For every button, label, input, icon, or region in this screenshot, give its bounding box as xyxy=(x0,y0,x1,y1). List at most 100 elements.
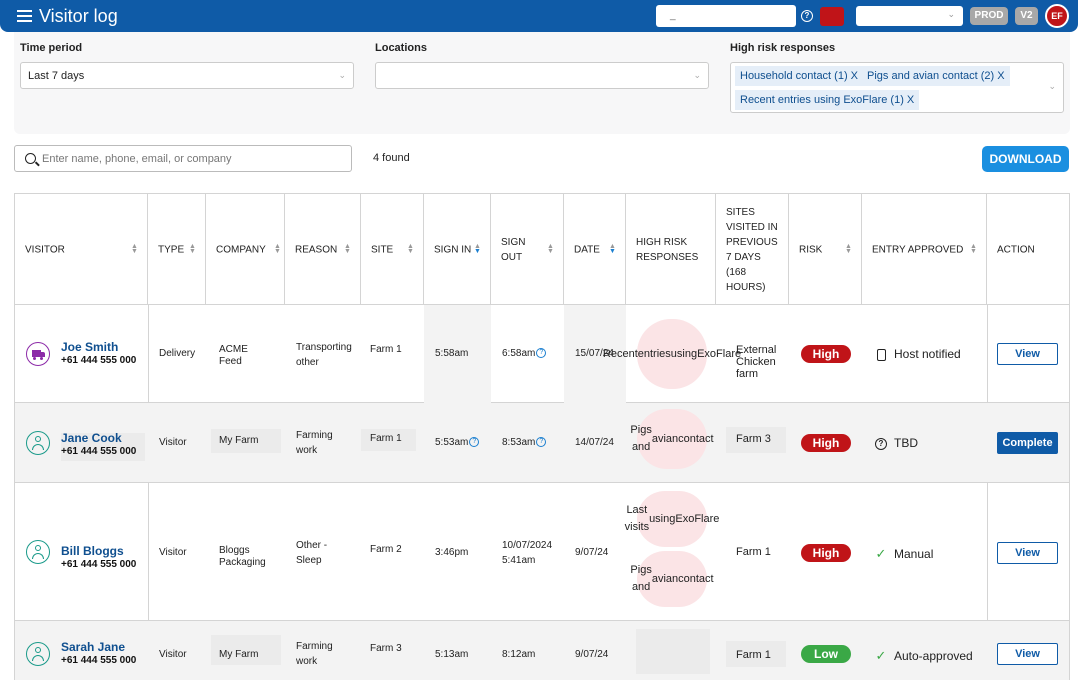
search-icon xyxy=(25,153,36,164)
company: My Farm xyxy=(219,435,259,446)
reason: Other - Sleep xyxy=(296,540,328,566)
company: ACME Feed xyxy=(219,344,248,367)
sign-out: 8:12am xyxy=(502,649,536,660)
filter-chip[interactable]: Pigs and avian contact (2) X xyxy=(862,66,1010,86)
table-header: Visitor ▲ ▼ Type ▲ ▼ Company ▲ ▼ Reason ▲ ▼ Site… xyxy=(15,194,1069,305)
risk-badge: High xyxy=(801,345,851,363)
visitor-name[interactable]: Jane Cook xyxy=(61,432,122,446)
locations-label: Locations xyxy=(375,42,427,54)
column-header-sites-visited[interactable]: Sites visited in previous 7 days (168 ho… xyxy=(716,194,789,305)
search-input[interactable] xyxy=(42,150,342,168)
sort-icon: ▲ ▼ xyxy=(609,243,616,255)
visitor-phone: +61 444 555 000 xyxy=(61,655,137,666)
column-header-action: Action xyxy=(987,194,1069,305)
column-label: Site xyxy=(371,244,394,255)
chevron-down-icon: ⌄ xyxy=(1048,81,1056,91)
site: Farm 1 xyxy=(370,433,402,444)
filter-chip[interactable]: Recent entries using ExoFlare (1) X xyxy=(735,90,920,110)
results-count: 4 found xyxy=(373,152,410,164)
risk-badge: High xyxy=(801,434,851,452)
approval-status: ✓ Auto-approved xyxy=(875,648,973,663)
sort-icon: ▲ ▼ xyxy=(474,243,481,255)
time-period-select[interactable]: Last 7 days ⌄ xyxy=(20,62,354,89)
download-button[interactable]: DOWNLOAD xyxy=(982,146,1069,172)
sort-icon: ▲ ▼ xyxy=(970,243,977,255)
check-icon: ✓ xyxy=(875,648,887,663)
sign-in: 3:46pm xyxy=(435,547,469,558)
column-header-high-risk[interactable]: High risk responses xyxy=(626,194,716,305)
sort-icon: ▲ ▼ xyxy=(274,243,281,255)
risk-badge: High xyxy=(801,544,851,562)
visitor-name[interactable]: Bill Bloggs xyxy=(61,545,124,559)
table-row[interactable]: Joe Smith +61 444 555 000 Delivery ACME F… xyxy=(15,305,1069,403)
close-icon[interactable]: X xyxy=(851,70,858,82)
column-header-visitor[interactable]: Visitor ▲ ▼ xyxy=(15,194,148,305)
phone-icon xyxy=(874,347,888,361)
check-icon: ✓ xyxy=(875,546,887,561)
help-icon[interactable]: ? xyxy=(801,10,813,22)
sites-visited: External Chicken farm xyxy=(736,344,777,380)
view-button[interactable]: View xyxy=(997,343,1058,365)
column-header-risk[interactable]: Risk ▲ ▼ xyxy=(789,194,862,305)
high-risk-response: Last visits using ExoFlare xyxy=(625,491,719,547)
close-icon[interactable]: X xyxy=(907,94,914,106)
column-header-sign-out[interactable]: Sign out ▲ ▼ xyxy=(491,194,564,305)
chip-label: Recent entries using ExoFlare (1) xyxy=(740,94,904,106)
complete-button[interactable]: Complete xyxy=(997,432,1058,454)
column-header-type[interactable]: Type ▲ ▼ xyxy=(148,194,206,305)
column-header-site[interactable]: Site ▲ ▼ xyxy=(361,194,424,305)
column-header-company[interactable]: Company ▲ ▼ xyxy=(206,194,285,305)
column-label: Sign out xyxy=(501,236,526,263)
chevron-down-icon: ⌄ xyxy=(947,9,955,19)
view-button[interactable]: View xyxy=(997,643,1058,665)
high-risk-response: Recent entries using ExoFlare xyxy=(603,319,741,389)
high-risk-select[interactable]: Household contact (1) X Pigs and avian co… xyxy=(730,62,1064,113)
cell-shade xyxy=(636,629,710,674)
truck-icon xyxy=(26,342,50,366)
column-label: Sign in xyxy=(434,244,472,255)
visitor-phone: +61 444 555 000 xyxy=(61,355,137,366)
sign-out: 6:58am? xyxy=(502,348,547,360)
column-header-date[interactable]: Date ▲ ▼ xyxy=(564,194,626,305)
sort-icon: ▲ ▼ xyxy=(845,243,852,255)
visitor-type: Visitor xyxy=(159,437,187,448)
alert-indicator[interactable] xyxy=(820,7,844,26)
reason: Transporting other xyxy=(296,342,352,368)
column-label: Reason xyxy=(295,244,338,255)
header-search-input[interactable]: _ xyxy=(656,5,796,27)
column-header-entry-approved[interactable]: Entry approved ▲ ▼ xyxy=(862,194,987,305)
help-icon: ? xyxy=(874,436,888,450)
view-button[interactable]: View xyxy=(997,542,1058,564)
column-header-reason[interactable]: Reason ▲ ▼ xyxy=(285,194,361,305)
table-row[interactable]: Sarah Jane +61 444 555 000 Visitor My Fa… xyxy=(15,621,1069,680)
header-select[interactable]: ⌄ xyxy=(856,6,963,26)
column-header-sign-in[interactable]: Sign in ▲ ▼ xyxy=(424,194,491,305)
visitor-type: Delivery xyxy=(159,348,196,359)
locations-select[interactable]: ⌄ xyxy=(375,62,709,89)
high-risk-response: Pigs and avian contact xyxy=(630,551,714,607)
time-period-label: Time period xyxy=(20,42,83,54)
sign-out: 10/07/2024 5:41am xyxy=(502,540,553,566)
menu-icon[interactable] xyxy=(17,10,32,22)
filter-panel: Time period Last 7 days ⌄ Locations ⌄ Hi… xyxy=(14,32,1070,134)
avatar[interactable]: EF xyxy=(1045,4,1069,28)
sort-icon: ▲ ▼ xyxy=(407,243,414,255)
table-row[interactable]: Bill Bloggs +61 444 555 000 Visitor Blog… xyxy=(15,483,1069,621)
person-icon xyxy=(26,540,50,564)
reason: Farming work xyxy=(296,430,333,456)
column-label: Risk xyxy=(799,244,823,255)
help-icon[interactable]: ? xyxy=(469,437,480,448)
sign-out: 8:53am? xyxy=(502,437,547,449)
help-icon[interactable]: ? xyxy=(536,437,547,448)
sign-in: 5:13am xyxy=(435,649,469,660)
risk-badge: Low xyxy=(801,645,851,663)
top-bar: Visitor log _ ? ⌄ PROD V2 EF xyxy=(0,0,1078,32)
help-icon[interactable]: ? xyxy=(536,348,547,359)
close-icon[interactable]: X xyxy=(997,70,1004,82)
visitor-name[interactable]: Sarah Jane xyxy=(61,641,125,655)
column-label: Visitor xyxy=(25,244,65,255)
table-row[interactable]: Jane Cook +61 444 555 000 Visitor My Far… xyxy=(15,403,1069,483)
visitor-name[interactable]: Joe Smith xyxy=(61,341,118,355)
site: Farm 1 xyxy=(370,344,402,355)
filter-chip[interactable]: Household contact (1) X xyxy=(735,66,863,86)
